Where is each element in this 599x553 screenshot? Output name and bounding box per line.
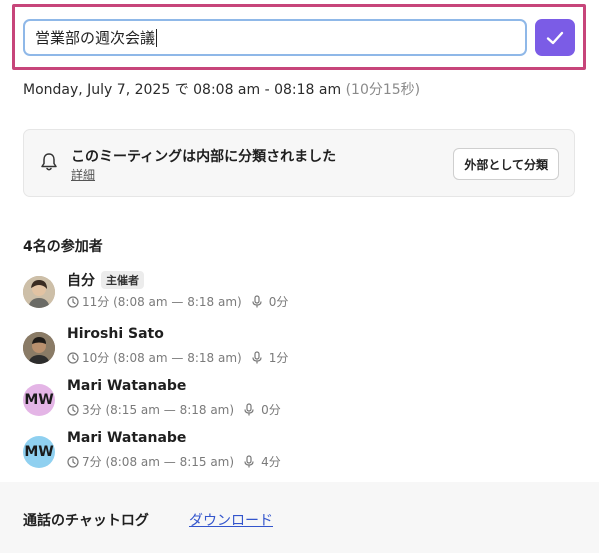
- meeting-duration: (10分15秒): [345, 82, 421, 98]
- participant-name: 自分 主催者: [67, 270, 144, 290]
- participant-meta: 7分 (8:08 am — 8:15 am) 4分: [67, 453, 281, 470]
- participant-row: MW Mari Watanabe 7分 (8:08 am — 8:15 am) …: [23, 430, 563, 474]
- participant-talk-time: 1分: [268, 351, 289, 365]
- classification-details-link[interactable]: 詳細: [71, 166, 95, 183]
- clock-icon: [67, 455, 79, 468]
- participant-meta: 11分 (8:08 am — 8:18 am) 0分: [67, 293, 288, 310]
- microphone-icon: [252, 295, 262, 308]
- meeting-date-particle: で: [174, 82, 189, 98]
- classify-external-button[interactable]: 外部として分類: [453, 148, 559, 180]
- participant-row: 自分 主催者 11分 (8:08 am — 8:18 am) 0分: [23, 270, 563, 314]
- bell-icon: [41, 153, 57, 171]
- chat-log-label: 通話のチャットログ: [23, 513, 149, 529]
- microphone-icon: [244, 455, 254, 468]
- clock-icon: [67, 295, 79, 308]
- meeting-time-line: Monday, July 7, 2025 で 08:08 am - 08:18 …: [23, 79, 420, 99]
- participant-name: Hiroshi Sato: [67, 326, 164, 342]
- check-icon: [546, 31, 564, 44]
- text-caret: [156, 28, 158, 47]
- meeting-title-input[interactable]: 営業部の週次会議: [23, 19, 527, 56]
- microphone-icon: [244, 403, 254, 416]
- avatar: MW: [23, 436, 55, 468]
- participant-row: MW Mari Watanabe 3分 (8:15 am — 8:18 am) …: [23, 378, 563, 422]
- participant-meta: 3分 (8:15 am — 8:18 am) 0分: [67, 401, 281, 418]
- avatar: [23, 332, 55, 364]
- participant-time: 7分 (8:08 am — 8:15 am): [82, 455, 235, 469]
- participant-talk-time: 0分: [268, 295, 289, 309]
- participants-heading: 4名の参加者: [23, 239, 103, 255]
- participant-row: Hiroshi Sato 10分 (8:08 am — 8:18 am) 1分: [23, 326, 563, 370]
- classification-message: このミーティングは内部に分類されました: [71, 149, 337, 165]
- avatar: MW: [23, 384, 55, 416]
- classification-card: このミーティングは内部に分類されました 詳細 外部として分類: [23, 129, 575, 197]
- participant-time: 11分 (8:08 am — 8:18 am): [82, 295, 242, 309]
- chat-log-download-link[interactable]: ダウンロード: [189, 510, 273, 530]
- chat-log-footer: 通話のチャットログ ダウンロード: [0, 482, 599, 553]
- confirm-title-button[interactable]: [535, 19, 575, 56]
- meeting-title-value: 営業部の週次会議: [35, 29, 156, 47]
- participant-time: 10分 (8:08 am — 8:18 am): [82, 351, 242, 365]
- meeting-date: Monday, July 7, 2025: [23, 82, 171, 98]
- participant-talk-time: 0分: [261, 403, 281, 417]
- participant-time: 3分 (8:15 am — 8:18 am): [82, 403, 235, 417]
- participant-meta: 10分 (8:08 am — 8:18 am) 1分: [67, 349, 288, 366]
- host-badge: 主催者: [101, 271, 144, 289]
- meeting-time-range: 08:08 am - 08:18 am: [193, 82, 342, 98]
- avatar: [23, 276, 55, 308]
- clock-icon: [67, 351, 79, 364]
- participant-talk-time: 4分: [261, 455, 281, 469]
- microphone-icon: [252, 351, 262, 364]
- participant-name-text: 自分: [67, 273, 95, 289]
- participant-name: Mari Watanabe: [67, 430, 187, 446]
- clock-icon: [67, 403, 79, 416]
- participant-name: Mari Watanabe: [67, 378, 187, 394]
